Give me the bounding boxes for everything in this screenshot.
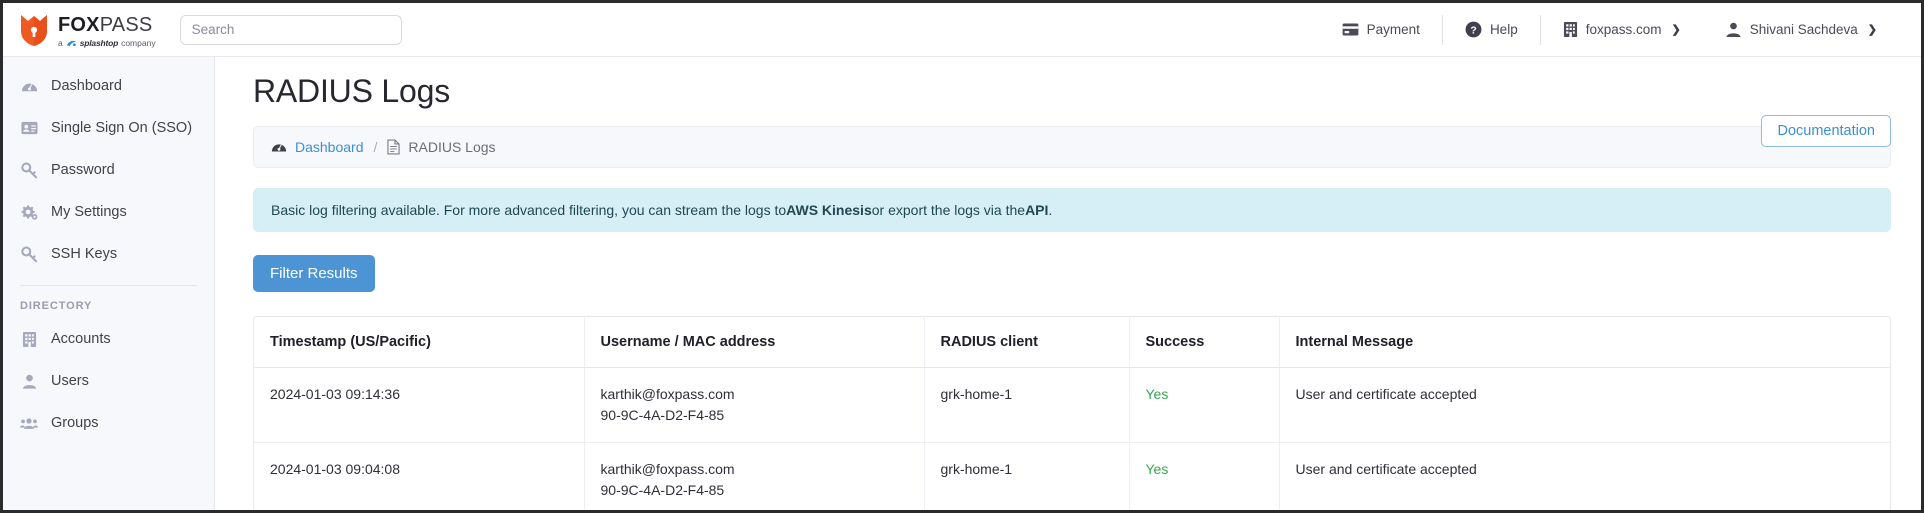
- id-card-icon: [20, 119, 38, 137]
- cell-internal-message: User and certificate accepted: [1278, 367, 1890, 443]
- sidebar-section-directory: DIRECTORY: [20, 300, 93, 312]
- table-header-row: Timestamp (US/Pacific) Username / MAC ad…: [254, 317, 1890, 368]
- radius-logs-table: Timestamp (US/Pacific) Username / MAC ad…: [253, 316, 1891, 510]
- cell-radius-client: grk-home-1: [923, 367, 1129, 443]
- search-placeholder: Search: [191, 22, 235, 37]
- svg-text:?: ?: [1470, 26, 1476, 37]
- sidebar-navigation: Dashboard Single Sign On (SSO) Password …: [3, 57, 215, 510]
- sidebar-label-my-settings: My Settings: [51, 204, 127, 220]
- logo-name-bold: FOX: [58, 13, 100, 36]
- cell-username-mac: 90-9C-4A-D2-F4-85: [600, 407, 725, 423]
- sidebar-item-dashboard[interactable]: Dashboard: [3, 65, 214, 107]
- nav-label-help: Help: [1489, 22, 1518, 37]
- sidebar-label-password: Password: [51, 162, 115, 178]
- nav-item-help[interactable]: ? Help: [1443, 15, 1540, 45]
- speedometer-icon: [271, 139, 287, 155]
- users-group-icon: [20, 414, 38, 432]
- table-row[interactable]: 2024-01-03 09:04:08 karthik@foxpass.com …: [254, 442, 1890, 510]
- top-navigation-bar: FOXPASS a splashtop company Search Payme…: [3, 3, 1921, 57]
- app-window: FOXPASS a splashtop company Search Payme…: [0, 0, 1924, 513]
- gears-icon: [20, 203, 38, 221]
- logo-tagline-brand: splashtop: [79, 37, 119, 48]
- breadcrumb-link-dashboard[interactable]: Dashboard: [295, 139, 364, 155]
- logo-name-light: PASS: [99, 13, 153, 36]
- credit-card-icon: [1342, 23, 1359, 36]
- chevron-right-icon: ❯: [1671, 24, 1681, 36]
- sidebar-item-users[interactable]: Users: [3, 360, 214, 402]
- table-row[interactable]: 2024-01-03 09:14:36 karthik@foxpass.com …: [254, 367, 1890, 443]
- info-banner: Basic log filtering available. For more …: [253, 188, 1891, 232]
- sidebar-label-users: Users: [51, 373, 89, 389]
- breadcrumb: Dashboard / RADIUS Logs: [253, 126, 1891, 168]
- cell-internal-message: User and certificate accepted: [1278, 442, 1890, 510]
- cell-username: karthik@foxpass.com 90-9C-4A-D2-F4-85: [583, 367, 924, 443]
- column-header-radius-client: RADIUS client: [923, 317, 1129, 368]
- key-icon: [20, 161, 38, 179]
- sidebar-item-accounts[interactable]: Accounts: [3, 318, 214, 360]
- user-icon: [1725, 21, 1742, 38]
- sidebar-label-ssh-keys: SSH Keys: [51, 246, 118, 262]
- building-icon: [20, 330, 38, 348]
- document-icon: [387, 139, 401, 155]
- chevron-right-icon: ❯: [1867, 24, 1877, 36]
- fox-shield-logo-icon: [19, 13, 49, 47]
- cell-radius-client: grk-home-1: [923, 442, 1129, 510]
- nav-item-organization[interactable]: foxpass.com ❯: [1541, 15, 1703, 45]
- alert-text-part-2: or export the logs via the: [871, 202, 1026, 218]
- sidebar-label-dashboard: Dashboard: [51, 78, 122, 94]
- nav-item-payment[interactable]: Payment: [1320, 15, 1442, 45]
- column-header-username: Username / MAC address: [583, 317, 924, 368]
- logo-tagline-suffix: company: [121, 37, 156, 48]
- alert-text-part-1: Basic log filtering available. For more …: [271, 202, 787, 218]
- sidebar-label-accounts: Accounts: [51, 331, 111, 347]
- filter-results-button[interactable]: Filter Results: [253, 255, 375, 292]
- column-header-timestamp: Timestamp (US/Pacific): [254, 317, 584, 368]
- nav-label-user-account: Shivani Sachdeva: [1749, 22, 1858, 37]
- breadcrumb-current: RADIUS Logs: [408, 139, 496, 155]
- cell-success: Yes: [1128, 442, 1279, 510]
- column-header-internal-message: Internal Message: [1278, 317, 1890, 368]
- breadcrumb-separator: /: [373, 139, 378, 155]
- column-header-success: Success: [1128, 317, 1279, 368]
- sidebar-item-ssh-keys[interactable]: SSH Keys: [3, 233, 214, 275]
- sidebar-label-single-sign-on: Single Sign On (SSO): [51, 120, 193, 136]
- page-title: RADIUS Logs: [253, 73, 450, 109]
- nav-item-user-account[interactable]: Shivani Sachdeva ❯: [1703, 15, 1899, 45]
- sidebar-label-groups: Groups: [51, 415, 99, 431]
- sidebar-item-password[interactable]: Password: [3, 149, 214, 191]
- speedometer-icon: [20, 77, 38, 95]
- alert-text-part-3: .: [1048, 202, 1053, 218]
- top-nav-items: Payment ? Help foxpass.com ❯ Shivani Sac…: [1320, 3, 1899, 56]
- cell-success: Yes: [1128, 367, 1279, 443]
- alert-bold-api: API: [1025, 202, 1049, 218]
- user-icon: [20, 372, 38, 390]
- logo-tagline-prefix: a: [58, 37, 63, 48]
- cell-timestamp: 2024-01-03 09:04:08: [254, 442, 584, 510]
- foxpass-logo[interactable]: FOXPASS a splashtop company: [19, 12, 156, 48]
- cell-username-mac: 90-9C-4A-D2-F4-85: [600, 482, 725, 498]
- alert-bold-aws-kinesis: AWS Kinesis: [786, 202, 872, 218]
- cell-username-email: karthik@foxpass.com: [600, 461, 735, 477]
- sidebar-item-my-settings[interactable]: My Settings: [3, 191, 214, 233]
- documentation-button[interactable]: Documentation: [1761, 115, 1891, 147]
- building-icon: [1563, 21, 1578, 38]
- splashtop-mark-icon: [66, 39, 77, 48]
- cell-username: karthik@foxpass.com 90-9C-4A-D2-F4-85: [583, 442, 924, 510]
- sidebar-item-groups[interactable]: Groups: [3, 402, 214, 444]
- nav-label-payment: Payment: [1366, 22, 1420, 37]
- logo-wordmark: FOXPASS a splashtop company: [58, 12, 156, 48]
- main-content: RADIUS Logs Documentation Dashboard / RA…: [215, 57, 1921, 510]
- question-circle-icon: ?: [1465, 21, 1482, 38]
- key-icon: [20, 245, 38, 263]
- cell-timestamp: 2024-01-03 09:14:36: [254, 367, 584, 443]
- cell-username-email: karthik@foxpass.com: [600, 386, 735, 402]
- nav-label-organization: foxpass.com: [1585, 22, 1662, 37]
- sidebar-item-single-sign-on[interactable]: Single Sign On (SSO): [3, 107, 214, 149]
- search-input[interactable]: Search: [179, 14, 402, 45]
